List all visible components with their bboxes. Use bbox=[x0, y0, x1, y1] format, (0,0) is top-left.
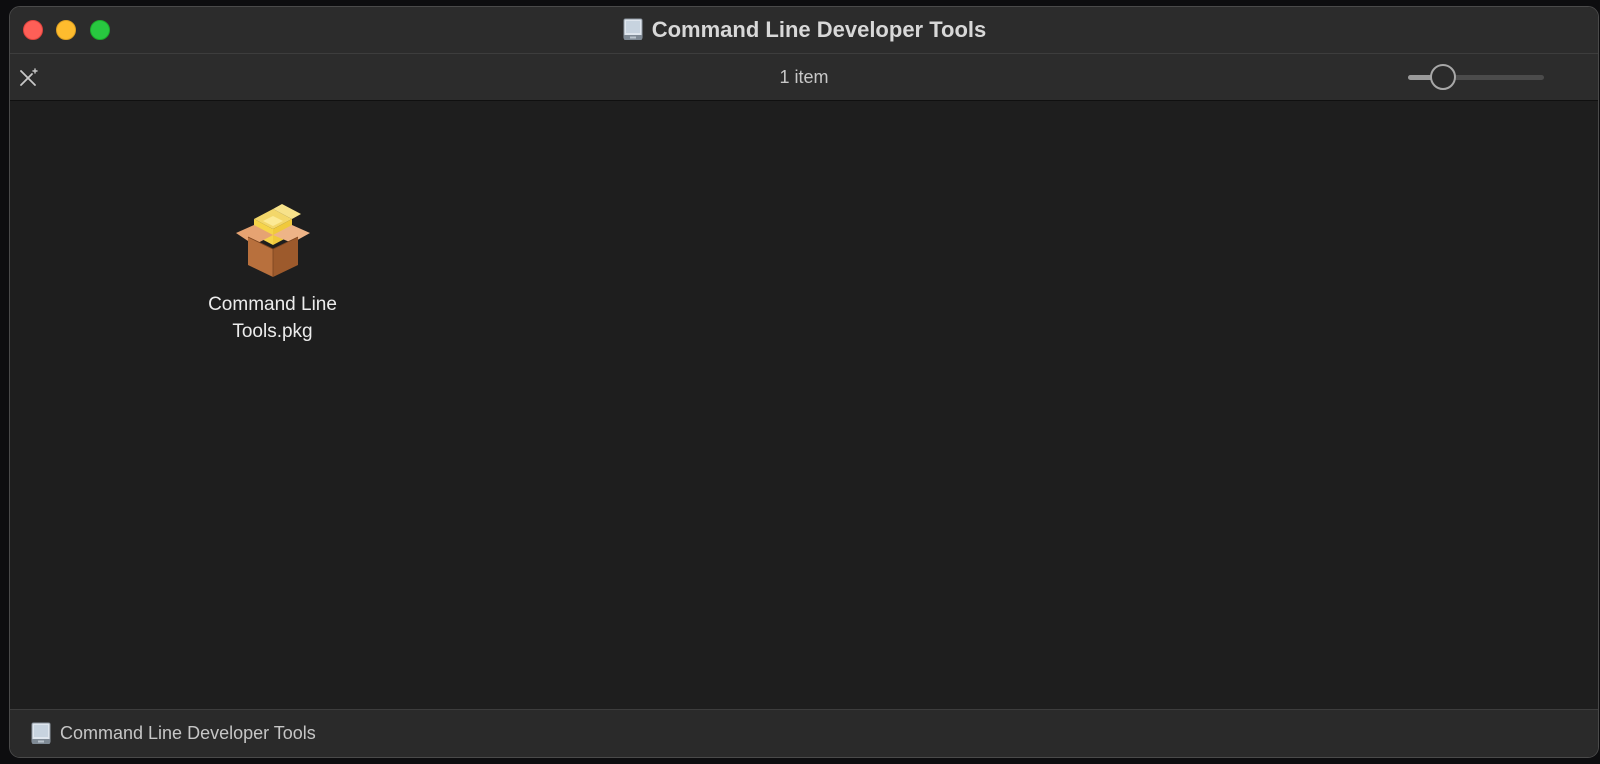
icon-size-slider[interactable] bbox=[1408, 64, 1548, 90]
disk-image-icon bbox=[622, 18, 644, 42]
window-title-group: Command Line Developer Tools bbox=[10, 7, 1598, 53]
file-item[interactable]: Command Line Tools.pkg bbox=[180, 201, 365, 345]
slider-thumb[interactable] bbox=[1430, 64, 1456, 90]
path-bar: Command Line Developer Tools bbox=[10, 709, 1598, 757]
file-name: Command Line Tools.pkg bbox=[208, 294, 337, 342]
finder-window: Command Line Developer Tools 1 item Comm… bbox=[9, 6, 1599, 758]
title-bar[interactable]: Command Line Developer Tools bbox=[10, 7, 1598, 53]
item-count: 1 item bbox=[779, 67, 829, 87]
path-bar-label[interactable]: Command Line Developer Tools bbox=[60, 723, 316, 744]
file-browser-area[interactable]: Command Line Tools.pkg bbox=[10, 101, 1598, 709]
window-title: Command Line Developer Tools bbox=[651, 17, 987, 42]
toolbar: 1 item bbox=[10, 54, 1598, 101]
disk-image-icon[interactable] bbox=[30, 722, 52, 746]
package-icon[interactable] bbox=[230, 201, 316, 281]
